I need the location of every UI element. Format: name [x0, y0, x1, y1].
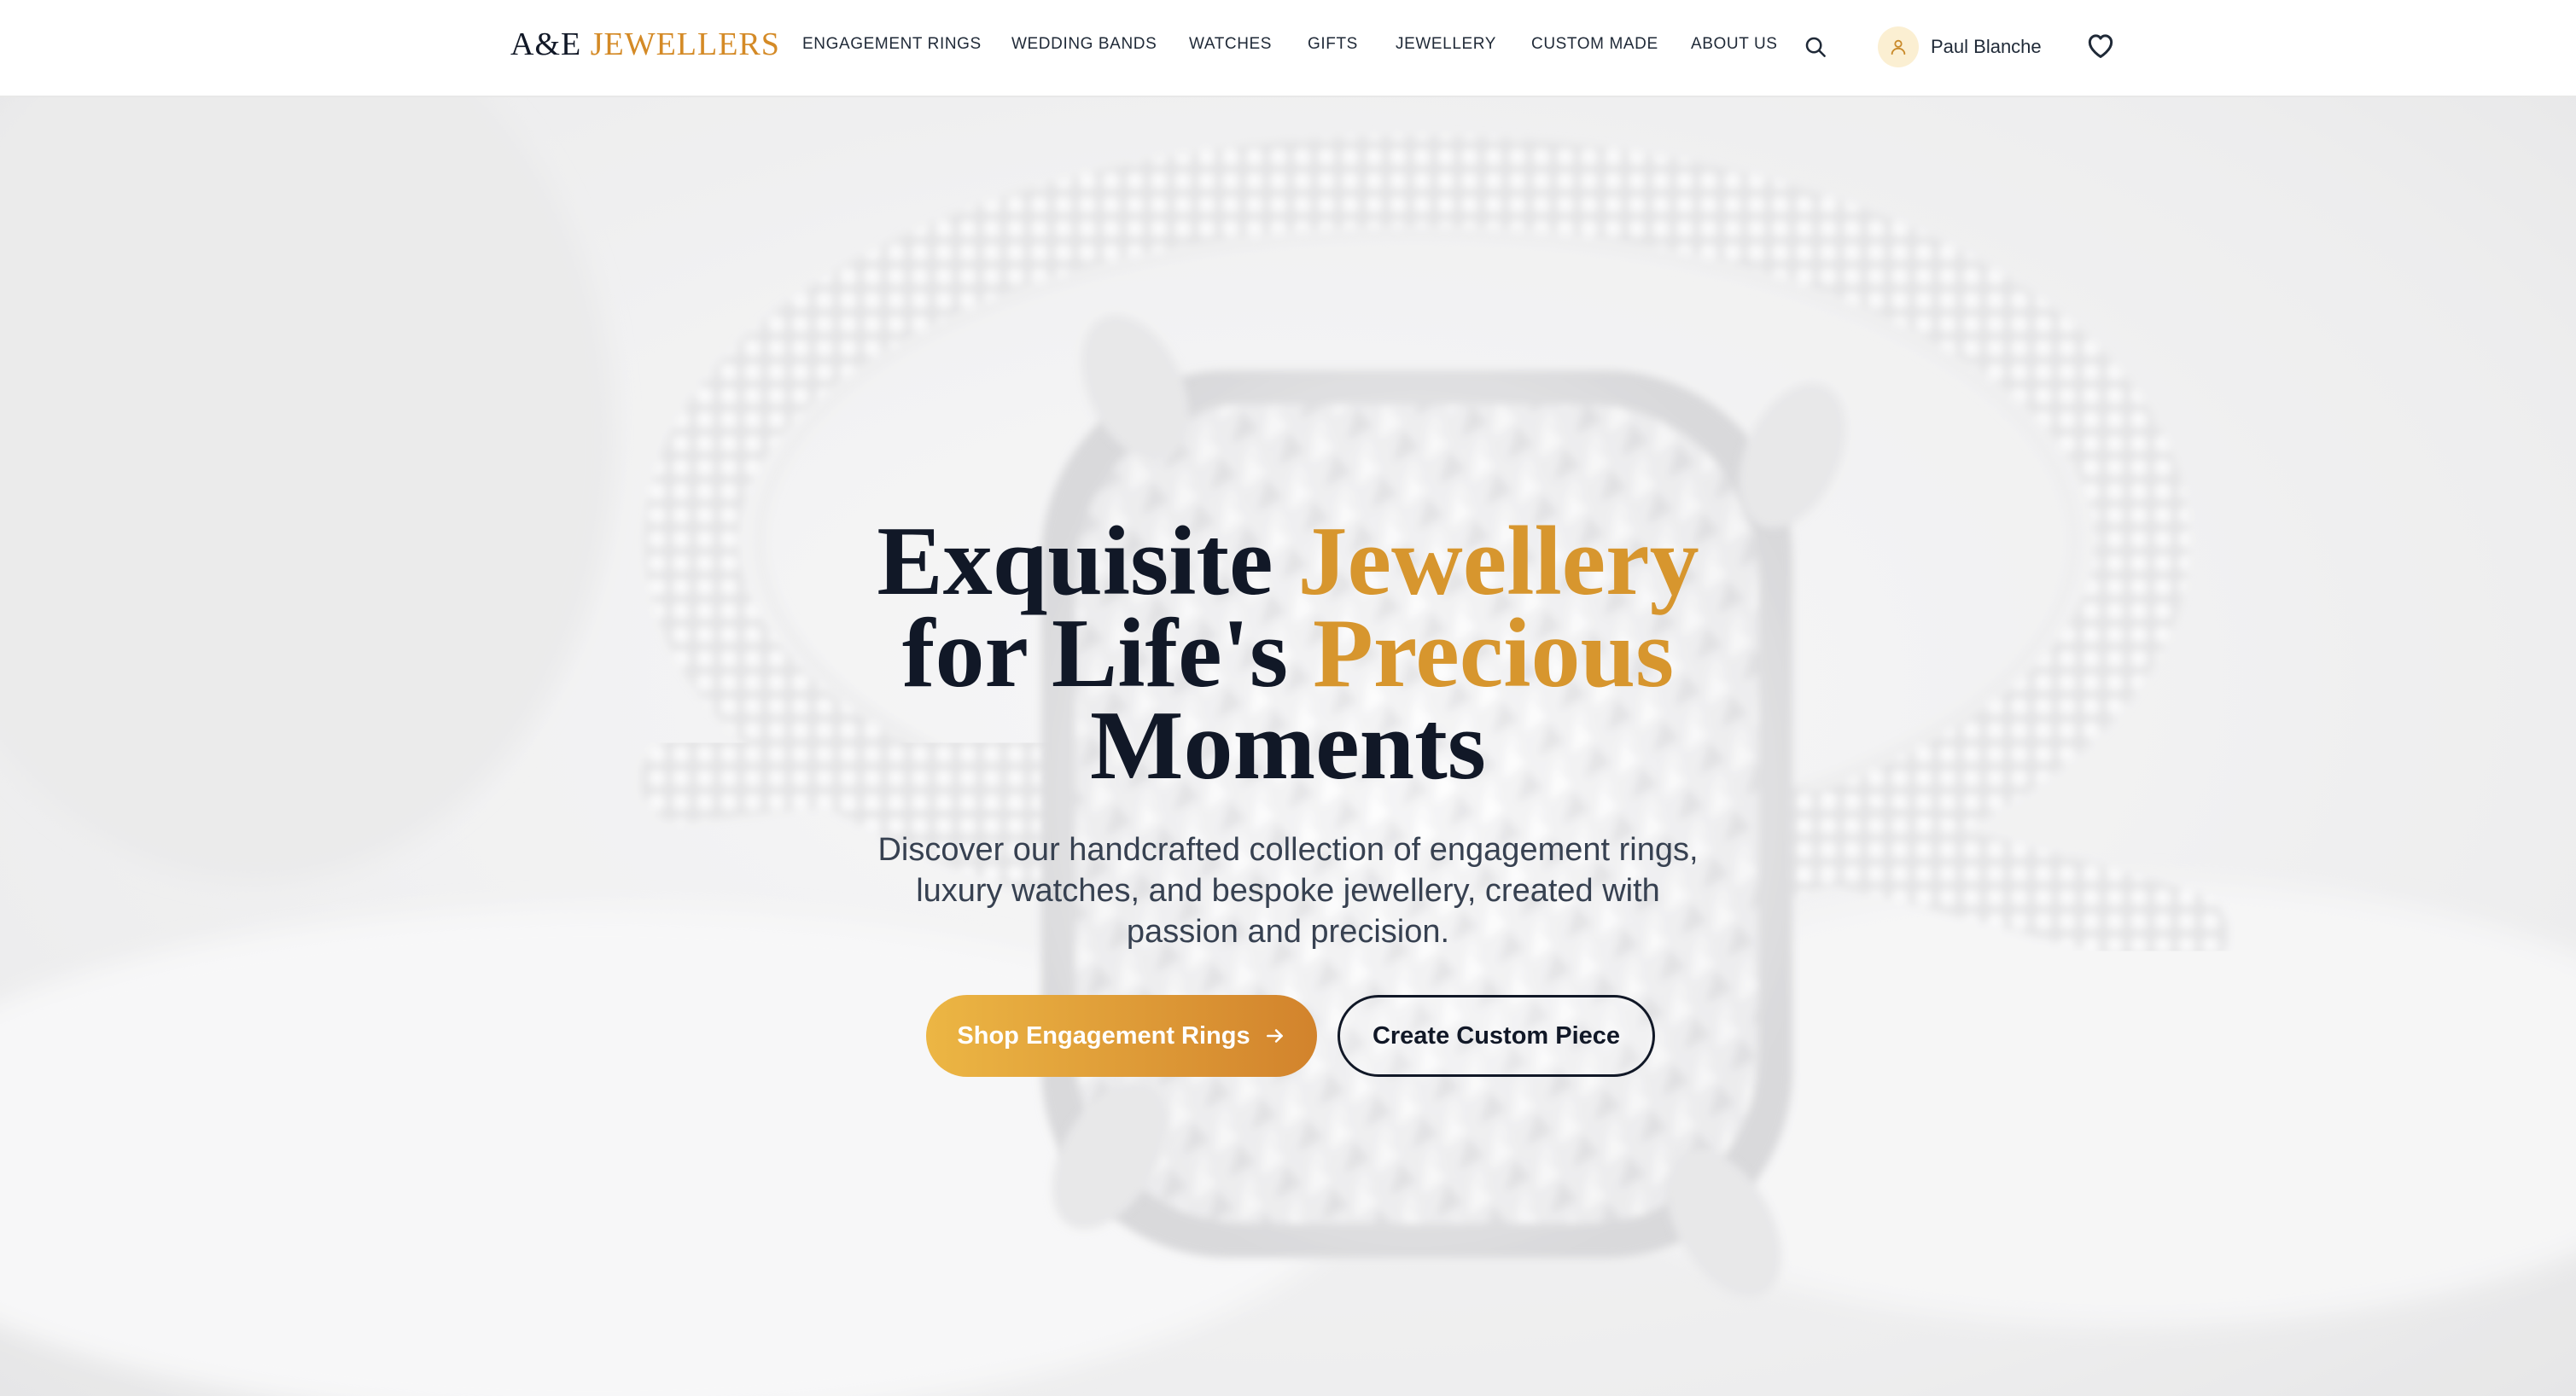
hero-title: Exquisite Jewellery for Life's Precious …	[0, 512, 2576, 795]
site-header: A&E JEWELLERS ENGAGEMENT RINGS WEDDING B…	[0, 0, 2576, 97]
brand-logo-part1: A&E	[510, 26, 582, 62]
create-custom-piece-label: Create Custom Piece	[1372, 1021, 1621, 1050]
shop-engagement-rings-button[interactable]: Shop Engagement Rings	[926, 995, 1317, 1077]
hero-title-line3: Moments	[1090, 691, 1486, 800]
user-account-button[interactable]: Paul Blanche	[1878, 26, 2042, 68]
nav-item-gifts[interactable]: GIFTS	[1308, 35, 1358, 54]
nav-item-jewellery[interactable]: JEWELLERY	[1396, 35, 1496, 54]
user-name: Paul Blanche	[1931, 36, 2042, 57]
search-button[interactable]	[1803, 34, 1828, 60]
hero-subtitle: Discover our handcrafted collection of e…	[877, 832, 1699, 950]
user-icon	[1891, 39, 1906, 55]
search-icon	[1805, 37, 1826, 57]
shop-engagement-rings-label: Shop Engagement Rings	[957, 1021, 1250, 1050]
wishlist-button[interactable]	[2084, 29, 2117, 61]
nav-item-about-us[interactable]: ABOUT US	[1691, 35, 1778, 54]
avatar	[1878, 26, 1919, 67]
hero-section: Exquisite Jewellery for Life's Precious …	[0, 97, 2576, 1396]
heart-icon	[2088, 34, 2113, 58]
nav-item-wedding-bands[interactable]: WEDDING BANDS	[1011, 35, 1157, 54]
nav-item-custom-made[interactable]: CUSTOM MADE	[1531, 35, 1658, 54]
create-custom-piece-button[interactable]: Create Custom Piece	[1338, 995, 1655, 1077]
nav-item-watches[interactable]: WATCHES	[1189, 35, 1272, 54]
brand-logo[interactable]: A&E JEWELLERS	[510, 26, 780, 63]
arrow-right-icon	[1266, 1029, 1283, 1043]
nav-item-engagement-rings[interactable]: ENGAGEMENT RINGS	[802, 35, 982, 54]
brand-logo-part2: JEWELLERS	[590, 26, 780, 62]
